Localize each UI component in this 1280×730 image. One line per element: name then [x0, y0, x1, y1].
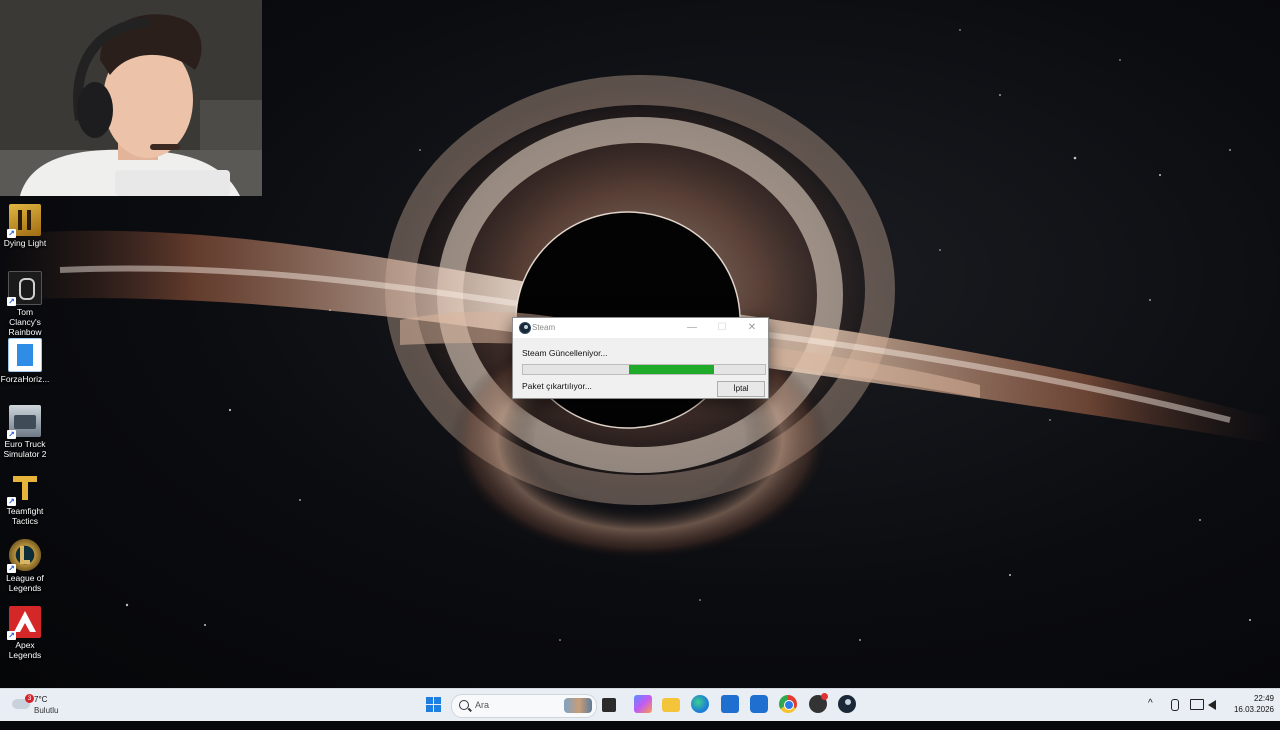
dialog-title-bar[interactable]: Steam — ☐ ✕	[513, 318, 768, 338]
desktop-icon-league-of-legends[interactable]: ↗ League of Legends	[0, 535, 50, 593]
desktop-icon-dying-light[interactable]: ↗ Dying Light	[0, 200, 50, 248]
desktop-icon-label: Teamfight Tactics	[6, 506, 44, 526]
progress-fill	[629, 365, 715, 374]
start-button[interactable]	[423, 694, 445, 716]
clock-date: 16.03.2026	[1233, 705, 1274, 714]
file-explorer-icon[interactable]	[662, 698, 680, 712]
teamfight-tactics-icon: ↗	[7, 472, 41, 506]
desktop-icon-label: Euro Truck Simulator 2	[3, 439, 47, 459]
steam-update-dialog: Steam — ☐ ✕ Steam Güncelleniyor... Paket…	[512, 317, 769, 399]
desktop-icon-forza-horizon[interactable]: ForzaHoriz...	[0, 334, 50, 384]
outlook-icon[interactable]	[750, 695, 768, 713]
league-of-legends-icon: ↗	[7, 539, 41, 573]
shortcut-arrow-icon: ↗	[7, 497, 16, 506]
webcam-overlay	[0, 0, 262, 196]
volume-icon[interactable]	[1208, 700, 1216, 710]
desktop-icon-euro-truck[interactable]: ↗ Euro Truck Simulator 2	[0, 401, 50, 459]
minimize-button[interactable]: —	[681, 320, 703, 336]
cancel-button[interactable]: İptal	[717, 381, 765, 397]
clock-time: 22:49	[1253, 694, 1274, 703]
chrome-icon[interactable]	[779, 695, 797, 713]
desktop-icon-label: League of Legends	[6, 573, 44, 593]
shortcut-arrow-icon: ↗	[7, 297, 16, 306]
rainbow-six-icon: ↗	[7, 271, 42, 306]
update-detail-text: Paket çıkartılıyor...	[522, 381, 592, 391]
copilot-icon[interactable]	[634, 695, 652, 713]
shortcut-arrow-icon: ↗	[7, 564, 16, 573]
app-with-badge-icon[interactable]	[809, 693, 828, 713]
weather-widget[interactable]: 3 7°C Bulutlu	[10, 692, 90, 718]
steam-icon[interactable]	[838, 695, 856, 713]
microphone-icon[interactable]	[1171, 699, 1179, 711]
edge-icon[interactable]	[691, 695, 709, 713]
desktop-icon-label: Dying Light	[3, 238, 47, 248]
dialog-title: Steam	[532, 323, 556, 332]
close-button[interactable]: ✕	[741, 320, 763, 336]
dying-light-icon: ↗	[7, 204, 41, 238]
search-box[interactable]: Ara	[451, 694, 597, 718]
shortcut-arrow-icon: ↗	[7, 229, 16, 238]
desktop-icon-teamfight-tactics[interactable]: ↗ Teamfight Tactics	[0, 468, 50, 526]
task-view-icon[interactable]	[602, 698, 616, 712]
taskbar: 3 7°C Bulutlu Ara ^ 22:49 16.03.2026	[0, 688, 1280, 721]
system-clock[interactable]: 22:49 16.03.2026	[1222, 693, 1274, 715]
search-icon	[459, 700, 469, 710]
weather-condition: Bulutlu	[34, 706, 59, 715]
steam-icon	[519, 322, 531, 334]
weather-temperature: 7°C	[34, 695, 48, 704]
network-icon[interactable]	[1190, 699, 1204, 710]
forza-horizon-icon	[8, 338, 42, 372]
apex-legends-icon: ↗	[7, 606, 41, 640]
desktop-icon-apex-legends[interactable]: ↗ Apex Legends	[0, 602, 50, 660]
notification-badge: 3	[25, 694, 34, 703]
shortcut-arrow-icon: ↗	[7, 631, 16, 640]
shortcut-arrow-icon: ↗	[7, 430, 16, 439]
desktop-icon-label: ForzaHoriz...	[0, 374, 50, 384]
tray-overflow-chevron-icon[interactable]: ^	[1148, 698, 1153, 730]
store-icon[interactable]	[721, 695, 739, 713]
update-progress-bar	[522, 364, 766, 375]
update-status-text: Steam Güncelleniyor...	[522, 348, 608, 358]
webcam-person-image	[0, 0, 262, 196]
desktop-icon-label: Apex Legends	[8, 640, 42, 660]
maximize-button[interactable]: ☐	[711, 320, 733, 336]
search-placeholder: Ara	[475, 700, 490, 710]
euro-truck-icon: ↗	[7, 405, 41, 439]
search-highlight-image	[564, 698, 592, 713]
